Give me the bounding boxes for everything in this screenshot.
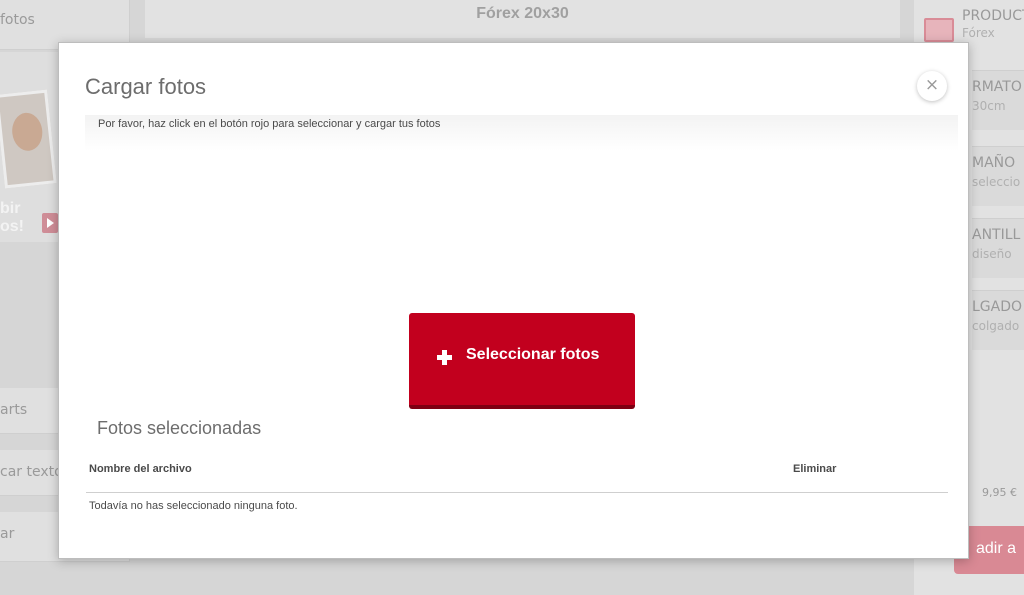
upload-photos-modal: Cargar fotos × Por favor, haz click en e…	[58, 42, 969, 559]
close-icon[interactable]: ×	[917, 71, 947, 101]
table-divider	[86, 492, 948, 493]
product-image-icon	[924, 18, 954, 42]
select-photos-label: Seleccionar fotos	[466, 346, 600, 363]
bg-promo-photo	[0, 89, 57, 189]
bg-option-format: RMATO 30cm	[972, 70, 1024, 130]
selected-photos-heading: Fotos seleccionadas	[97, 418, 262, 438]
empty-table-message: Todavía no has seleccionado ninguna foto…	[89, 500, 298, 512]
bg-product-title: Fórex 20x30	[476, 5, 569, 22]
bg-price: 9,95 €	[982, 486, 1017, 499]
column-header-delete: Eliminar	[793, 463, 837, 475]
column-header-filename: Nombre del archivo	[89, 463, 192, 475]
instructions-text: Por favor, haz click en el botón rojo pa…	[98, 118, 441, 130]
modal-title: Cargar fotos	[85, 74, 207, 99]
bg-product-title-bar: Fórex 20x30	[145, 0, 900, 38]
bg-option-hanging: LGADO colgado	[972, 290, 1024, 350]
select-photos-button[interactable]: Seleccionar fotos	[409, 313, 635, 409]
instructions-bar: Por favor, haz click en el botón rojo pa…	[85, 115, 958, 151]
bg-left-card-photos-label: fotos	[0, 12, 35, 28]
bg-option-size: MAÑO seleccio	[972, 146, 1024, 206]
plus-icon	[437, 350, 452, 365]
bg-promo-text: bir os!	[0, 200, 24, 235]
play-arrow-icon	[42, 213, 58, 233]
bg-product-value: Fórex	[962, 26, 995, 40]
bg-product-label: PRODUCT	[962, 8, 1024, 24]
bg-option-template: ANTILL diseño	[972, 218, 1024, 278]
